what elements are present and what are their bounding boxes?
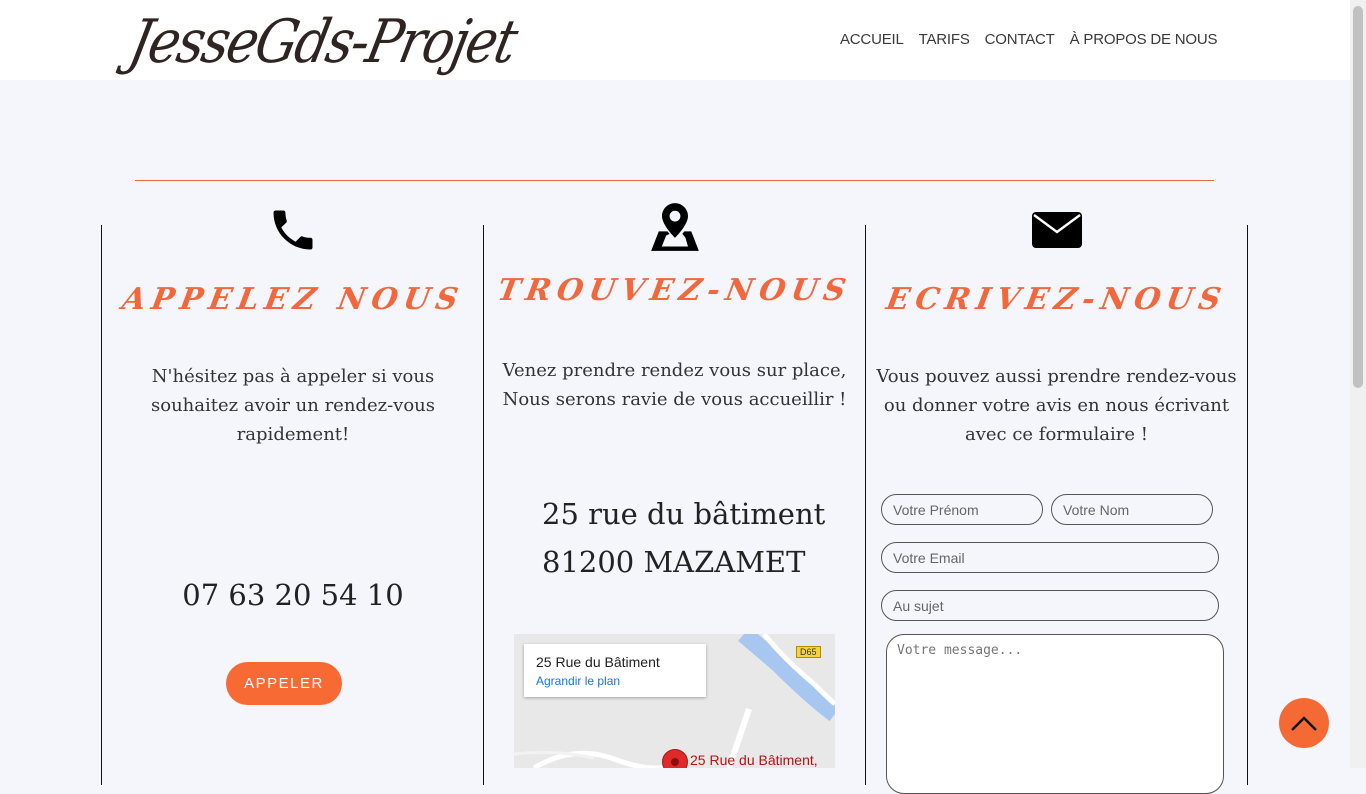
find-title: TROUVEZ-NOUS (494, 273, 855, 308)
phone-number[interactable]: 07 63 20 54 10 (102, 578, 484, 612)
find-text-line: Nous serons ravie de vous accueillir ! (502, 389, 847, 410)
find-column: TROUVEZ-NOUS Venez prendre rendez vous s… (484, 195, 865, 414)
firstname-field[interactable] (881, 494, 1043, 525)
write-text-line: Vous pouvez aussi prendre rendez-vous (876, 366, 1237, 387)
find-text-line: Venez prendre rendez vous sur place, (502, 360, 847, 381)
call-description: N'hésitez pas à appeler si vous souhaite… (102, 362, 484, 449)
address: 25 rue du bâtiment 81200 MAZAMET (542, 490, 825, 586)
scrollbar-thumb[interactable] (1353, 6, 1363, 388)
envelope-icon (866, 200, 1247, 260)
call-text-line: rapidement! (236, 424, 350, 445)
map-card-title: 25 Rue du Bâtiment (536, 654, 660, 670)
chevron-up-icon (1291, 716, 1317, 731)
phone-icon (102, 200, 484, 260)
write-title: ECRIVEZ-NOUS (883, 282, 1230, 317)
message-field[interactable] (886, 634, 1224, 794)
subject-field[interactable] (881, 590, 1219, 621)
call-title: APPELEZ NOUS (119, 282, 467, 317)
write-column: ECRIVEZ-NOUS Vous pouvez aussi prendre r… (866, 195, 1247, 449)
nav-accueil[interactable]: ACCUEIL (840, 31, 904, 48)
call-text-line: N'hésitez pas à appeler si vous (151, 366, 435, 387)
call-button[interactable]: APPELER (226, 662, 342, 705)
write-description: Vous pouvez aussi prendre rendez-vous ou… (866, 362, 1247, 449)
road-badge: D65 (796, 646, 821, 658)
page-scrollbar[interactable] (1350, 0, 1366, 768)
find-description: Venez prendre rendez vous sur place, Nou… (484, 356, 865, 414)
nav-contact[interactable]: CONTACT (985, 31, 1055, 48)
embedded-map[interactable]: 25 Rue du Bâtiment Agrandir le plan D65 … (514, 634, 835, 768)
scroll-to-top-button[interactable] (1279, 698, 1329, 748)
site-logo[interactable]: JesseGds-Projet (123, 8, 521, 77)
address-line: 81200 MAZAMET (542, 545, 806, 579)
write-text-line: avec ce formulaire ! (964, 424, 1149, 445)
call-text-line: souhaitez avoir un rendez-vous (151, 395, 435, 416)
nav-tarifs[interactable]: TARIFS (919, 31, 970, 48)
map-info-card: 25 Rue du Bâtiment Agrandir le plan (524, 644, 706, 697)
map-pin-label: 25 Rue du Bâtiment, (690, 752, 818, 768)
address-line: 25 rue du bâtiment (542, 497, 826, 531)
section-divider (135, 180, 1214, 181)
column-divider-right (1247, 225, 1248, 785)
email-field[interactable] (881, 542, 1219, 573)
main-nav: ACCUEIL TARIFS CONTACT À PROPOS DE NOUS (840, 31, 1218, 48)
nav-a-propos[interactable]: À PROPOS DE NOUS (1070, 31, 1218, 48)
map-enlarge-link[interactable]: Agrandir le plan (536, 674, 620, 688)
lastname-field[interactable] (1051, 494, 1213, 525)
map-marker-icon[interactable] (662, 749, 688, 768)
call-column: APPELEZ NOUS N'hésitez pas à appeler si … (102, 195, 484, 449)
write-text-line: ou donner votre avis en nous écrivant (883, 395, 1230, 416)
map-pin-icon (484, 197, 865, 257)
header: JesseGds-Projet ACCUEIL TARIFS CONTACT À… (0, 0, 1350, 80)
